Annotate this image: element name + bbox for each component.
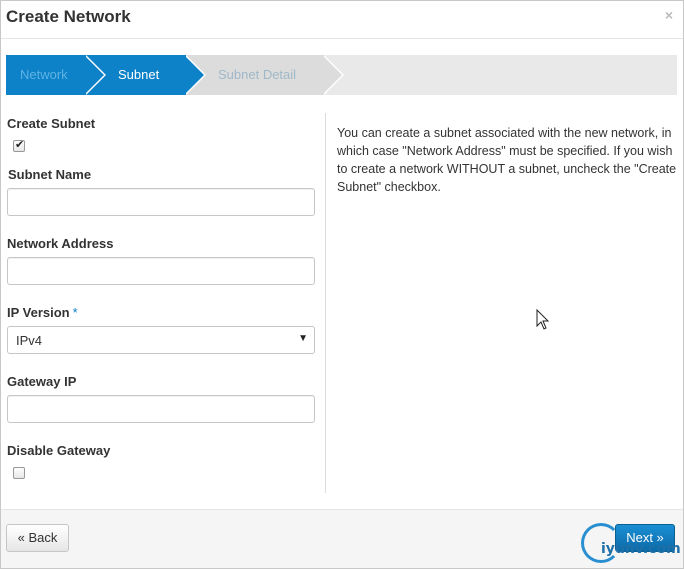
dropdown-arrow-icon: ▼: [298, 333, 308, 344]
gateway-ip-label: Gateway IP: [7, 374, 77, 389]
create-subnet-label: Create Subnet: [7, 116, 96, 131]
step-arrow: [322, 55, 342, 95]
back-button[interactable]: « Back: [6, 524, 69, 552]
disable-gateway-checkbox[interactable]: [13, 467, 25, 479]
column-divider: [325, 113, 326, 493]
close-icon[interactable]: ×: [665, 7, 673, 23]
subnet-name-label: Subnet Name: [8, 167, 92, 182]
dialog-header: Create Network ×: [1, 1, 683, 39]
wizard-step-network[interactable]: Network: [6, 55, 86, 95]
dialog-title: Create Network: [6, 7, 131, 26]
wizard-steps: Network Subnet Subnet Detail: [6, 55, 677, 95]
disable-gateway-label: Disable Gateway: [7, 443, 111, 458]
network-address-label: Network Address: [7, 236, 114, 251]
watermark-logo: iyunv.com: [581, 523, 681, 567]
ip-version-selected: IPv4: [16, 333, 43, 348]
watermark-text: iyunv.com: [601, 541, 681, 557]
ip-version-select[interactable]: IPv4 ▼: [7, 326, 315, 354]
mouse-cursor-icon: [536, 308, 550, 334]
subnet-name-input[interactable]: [7, 188, 315, 216]
create-network-dialog: Create Network × Network Subnet Subnet D…: [0, 0, 684, 569]
wizard-step-subnet-detail[interactable]: Subnet Detail: [186, 55, 324, 95]
step-arrow: [184, 55, 204, 95]
network-address-input[interactable]: [7, 257, 315, 285]
check-icon: ✔: [15, 139, 25, 151]
create-subnet-checkbox[interactable]: ✔: [13, 139, 25, 152]
step-arrow: [84, 55, 104, 95]
ip-version-label: IP Version *: [7, 305, 78, 320]
help-text: You can create a subnet associated with …: [337, 126, 677, 194]
ip-version-label-text: IP Version: [7, 305, 70, 320]
required-marker: *: [72, 305, 78, 320]
gateway-ip-input[interactable]: [7, 395, 315, 423]
